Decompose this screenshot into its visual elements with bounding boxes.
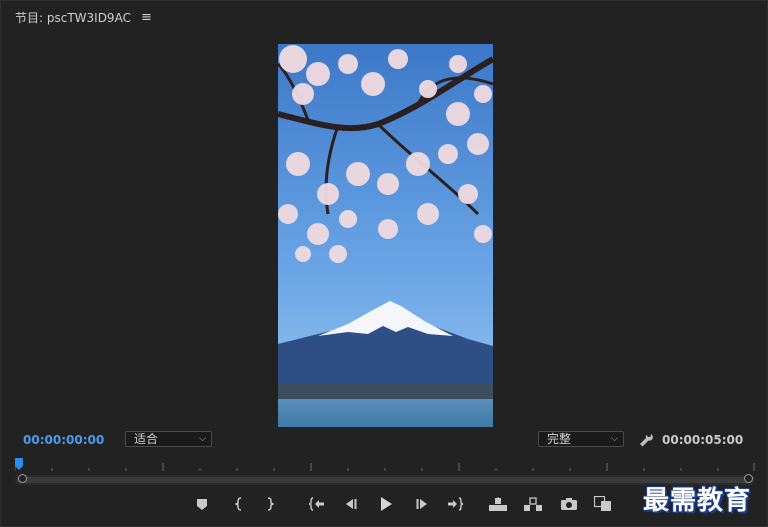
timeline-ruler[interactable] [15, 457, 755, 475]
go-to-in-icon[interactable] [307, 494, 327, 514]
chevron-down-icon: ⌵ [611, 434, 618, 444]
go-to-out-icon[interactable] [445, 494, 465, 514]
add-marker-icon[interactable] [192, 494, 212, 514]
watermark-logo: 最需教育 [643, 486, 752, 516]
current-timecode[interactable]: 00:00:00:00 [23, 433, 104, 447]
wrench-settings-icon[interactable] [637, 431, 653, 447]
program-monitor-panel: 节目: pscTW3ID9AC ≡ 00:00:00:00 适合 ⌵ 完整 ⌵ … [0, 0, 768, 527]
step-forward-icon[interactable] [412, 494, 432, 514]
duration-timecode: 00:00:05:00 [662, 433, 744, 447]
play-icon[interactable] [376, 494, 396, 514]
zoom-handle-left[interactable] [18, 474, 27, 483]
chevron-down-icon: ⌵ [199, 434, 206, 444]
export-frame-icon[interactable] [559, 494, 579, 514]
zoom-fit-select[interactable]: 适合 ⌵ [125, 431, 212, 447]
zoom-fit-value: 适合 [134, 432, 159, 446]
comparison-view-icon[interactable] [593, 494, 613, 514]
playback-resolution-select[interactable]: 完整 ⌵ [538, 431, 624, 447]
extract-icon[interactable] [523, 494, 543, 514]
playback-resolution-value: 完整 [547, 432, 572, 446]
panel-title[interactable]: 节目: pscTW3ID9AC [15, 9, 131, 26]
mark-out-icon[interactable] [260, 494, 280, 514]
panel-header: 节目: pscTW3ID9AC ≡ [15, 9, 152, 26]
step-back-icon[interactable] [341, 494, 361, 514]
lift-icon[interactable] [488, 494, 508, 514]
mark-in-icon[interactable] [229, 494, 249, 514]
playhead-marker[interactable] [15, 458, 23, 470]
program-preview-frame[interactable] [278, 44, 493, 427]
hamburger-menu-icon[interactable]: ≡ [141, 11, 152, 24]
